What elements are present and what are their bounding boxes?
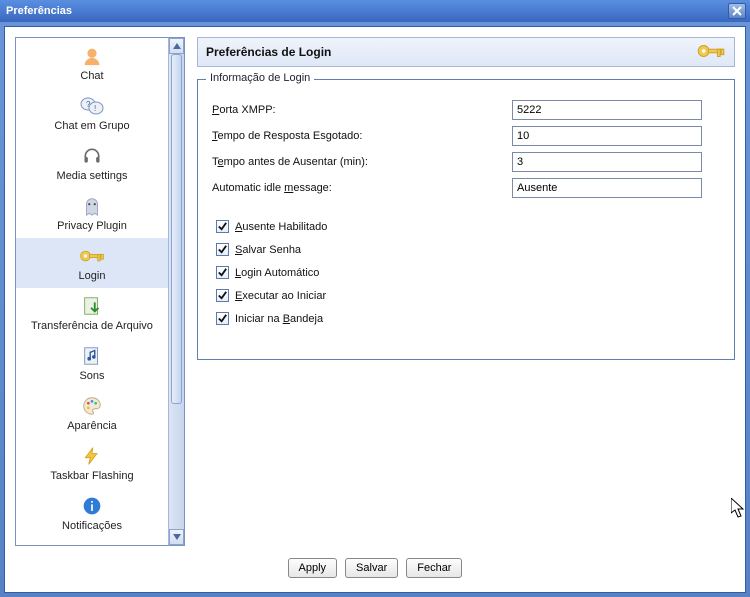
check-label: Iniciar na Bandeja bbox=[235, 313, 323, 325]
label-idle-message: Automatic idle message: bbox=[212, 182, 512, 194]
sidebar-item-label: Privacy Plugin bbox=[57, 220, 127, 232]
check-save-password[interactable]: Salvar Senha bbox=[216, 243, 720, 256]
button-row: Apply Salvar Fechar bbox=[15, 546, 735, 582]
scroll-up-button[interactable] bbox=[169, 38, 184, 54]
content-area: Chat ?! Chat em Grupo Media settings bbox=[15, 37, 735, 546]
checkbox-icon bbox=[216, 243, 229, 256]
sidebar-item-label: Notificações bbox=[62, 520, 122, 532]
fieldset-legend: Informação de Login bbox=[206, 72, 314, 84]
file-transfer-icon bbox=[78, 294, 106, 318]
sidebar-item-label: Aparência bbox=[67, 420, 117, 432]
svg-text:?: ? bbox=[86, 100, 91, 109]
palette-icon bbox=[78, 394, 106, 418]
label-idle: Tempo antes de Ausentar (min): bbox=[212, 156, 512, 168]
sidebar-item-label: Chat em Grupo bbox=[54, 120, 129, 132]
key-icon bbox=[696, 40, 726, 65]
svg-text:!: ! bbox=[94, 104, 96, 113]
checkbox-icon bbox=[216, 266, 229, 279]
check-label: Login Automático bbox=[235, 267, 319, 279]
panel-header: Preferências de Login bbox=[197, 37, 735, 67]
checkbox-icon bbox=[216, 312, 229, 325]
input-timeout[interactable] bbox=[512, 126, 702, 146]
window-body: Chat ?! Chat em Grupo Media settings bbox=[4, 26, 746, 593]
scroll-down-button[interactable] bbox=[169, 529, 184, 545]
sidebar-item-notifications[interactable]: Notificações bbox=[16, 488, 168, 538]
check-run-startup[interactable]: Executar ao Iniciar bbox=[216, 289, 720, 302]
sidebar-item-label: Sons bbox=[79, 370, 104, 382]
apply-button[interactable]: Apply bbox=[288, 558, 338, 578]
group-chat-icon: ?! bbox=[78, 94, 106, 118]
save-button[interactable]: Salvar bbox=[345, 558, 398, 578]
sidebar-item-label: Media settings bbox=[57, 170, 128, 182]
label-port: Porta XMPP: bbox=[212, 104, 512, 116]
sidebar-item-taskbar[interactable]: Taskbar Flashing bbox=[16, 438, 168, 488]
key-icon bbox=[78, 244, 106, 268]
sidebar-item-chat[interactable]: Chat bbox=[16, 38, 168, 88]
sidebar-item-appearance[interactable]: Aparência bbox=[16, 388, 168, 438]
sidebar-item-group-chat[interactable]: ?! Chat em Grupo bbox=[16, 88, 168, 138]
sidebar-scrollbar[interactable] bbox=[168, 38, 184, 545]
panel-title: Preferências de Login bbox=[206, 45, 331, 59]
row-timeout: Tempo de Resposta Esgotado: bbox=[212, 126, 720, 146]
sound-icon bbox=[78, 344, 106, 368]
sidebar-item-label: Taskbar Flashing bbox=[50, 470, 133, 482]
chat-icon bbox=[78, 44, 106, 68]
sidebar-item-login[interactable]: Login bbox=[16, 238, 168, 288]
login-info-fieldset: Informação de Login Porta XMPP: Tempo de… bbox=[197, 79, 735, 360]
ghost-icon bbox=[78, 194, 106, 218]
preferences-window: Preferências Chat bbox=[0, 0, 750, 597]
check-label: Salvar Senha bbox=[235, 244, 301, 256]
sidebar: Chat ?! Chat em Grupo Media settings bbox=[16, 38, 168, 545]
row-port: Porta XMPP: bbox=[212, 100, 720, 120]
input-idle-message[interactable] bbox=[512, 178, 702, 198]
checkbox-icon bbox=[216, 289, 229, 302]
check-start-tray[interactable]: Iniciar na Bandeja bbox=[216, 312, 720, 325]
input-idle[interactable] bbox=[512, 152, 702, 172]
titlebar[interactable]: Preferências bbox=[0, 0, 750, 22]
window-close-button[interactable] bbox=[728, 3, 746, 19]
window-title: Preferências bbox=[6, 5, 728, 17]
check-away-enabled[interactable]: Ausente Habilitado bbox=[216, 220, 720, 233]
sidebar-item-label: Chat bbox=[80, 70, 103, 82]
sidebar-item-transfer[interactable]: Transferência de Arquivo bbox=[16, 288, 168, 338]
sidebar-item-label: Transferência de Arquivo bbox=[31, 320, 153, 332]
main-panel: Preferências de Login Informação de Logi… bbox=[197, 37, 735, 546]
info-icon bbox=[78, 494, 106, 518]
sidebar-item-sounds[interactable]: Sons bbox=[16, 338, 168, 388]
sidebar-container: Chat ?! Chat em Grupo Media settings bbox=[15, 37, 185, 546]
flash-icon bbox=[78, 444, 106, 468]
close-icon bbox=[732, 6, 742, 16]
check-auto-login[interactable]: Login Automático bbox=[216, 266, 720, 279]
checkbox-icon bbox=[216, 220, 229, 233]
sidebar-item-label: Login bbox=[79, 270, 106, 282]
scroll-thumb[interactable] bbox=[171, 54, 182, 404]
input-port[interactable] bbox=[512, 100, 702, 120]
headset-icon bbox=[78, 144, 106, 168]
row-idle-message: Automatic idle message: bbox=[212, 178, 720, 198]
close-button[interactable]: Fechar bbox=[406, 558, 462, 578]
sidebar-item-media[interactable]: Media settings bbox=[16, 138, 168, 188]
row-idle: Tempo antes de Ausentar (min): bbox=[212, 152, 720, 172]
sidebar-item-privacy[interactable]: Privacy Plugin bbox=[16, 188, 168, 238]
check-label: Ausente Habilitado bbox=[235, 221, 327, 233]
check-label: Executar ao Iniciar bbox=[235, 290, 326, 302]
label-timeout: Tempo de Resposta Esgotado: bbox=[212, 130, 512, 142]
